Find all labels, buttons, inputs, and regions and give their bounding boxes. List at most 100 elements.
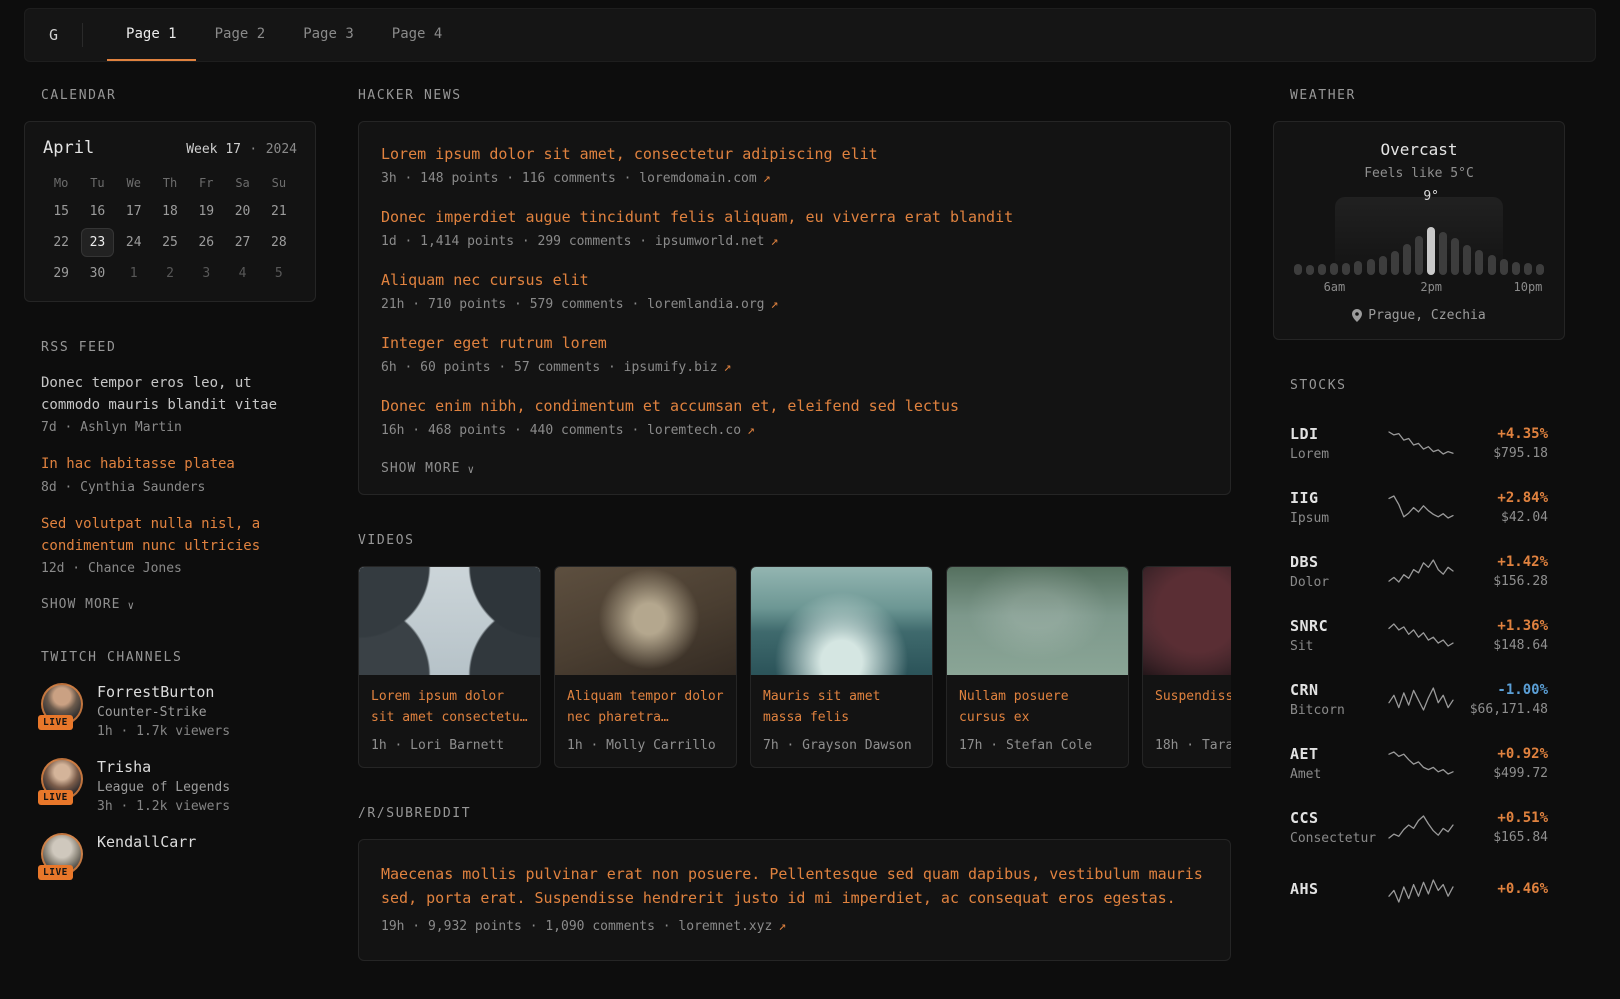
hn-item-title[interactable]: Donec enim nibh, condimentum et accumsan… xyxy=(381,396,1208,417)
subreddit-post-meta: 19h · 9,932 points · 1,090 comments · lo… xyxy=(381,919,1208,934)
stock-symbol: AET xyxy=(1290,745,1387,763)
rss-item-title[interactable]: Sed volutpat nulla nisl, a condimentum n… xyxy=(41,514,299,557)
video-info: Mauris sit amet massa felis 7h · Grayson… xyxy=(751,675,932,767)
twitch-section-title: TWITCH CHANNELS xyxy=(24,650,316,665)
twitch-channel-row[interactable]: LIVE Trisha League of Legends 3h · 1.2k … xyxy=(41,758,299,814)
hn-item: Donec enim nibh, condimentum et accumsan… xyxy=(381,396,1208,438)
stock-values: +1.36% $148.64 xyxy=(1455,618,1548,653)
channel-name: ForrestBurton xyxy=(97,683,230,701)
twitch-channel-row[interactable]: LIVE KendallCarr xyxy=(41,833,299,875)
hackernews-show-more-button[interactable]: SHOW MORE ∨ xyxy=(381,461,475,476)
rss-item-meta: 8d · Cynthia Saunders xyxy=(41,480,299,495)
calendar-week-year: Week 17 · 2024 xyxy=(186,141,297,157)
stock-sparkline xyxy=(1387,750,1455,776)
stock-name: Bitcorn xyxy=(1290,703,1387,718)
calendar-day: 20 xyxy=(226,197,258,226)
channel-name: KendallCarr xyxy=(97,833,196,851)
stock-row[interactable]: AHS +0.46% xyxy=(1290,859,1548,923)
external-link-icon[interactable]: ↗ xyxy=(747,423,755,438)
external-link-icon[interactable]: ↗ xyxy=(771,297,779,312)
hn-item-title[interactable]: Donec imperdiet augue tincidunt felis al… xyxy=(381,207,1208,228)
hackernews-show-more-label: SHOW MORE xyxy=(381,461,460,476)
subreddit-section: /R/SUBREDDIT Maecenas mollis pulvinar er… xyxy=(358,806,1231,961)
calendar-day: 16 xyxy=(81,197,113,226)
stocks-section-title: STOCKS xyxy=(1273,378,1565,393)
calendar-day: 5 xyxy=(263,259,295,288)
rss-item-title[interactable]: In hac habitasse platea xyxy=(41,454,299,476)
stock-row[interactable]: CCS Consectetur +0.51% $165.84 xyxy=(1290,795,1548,859)
stock-symbol: CCS xyxy=(1290,809,1387,827)
tab-page[interactable]: Page 3 xyxy=(284,9,373,61)
stock-row[interactable]: DBS Dolor +1.42% $156.28 xyxy=(1290,539,1548,603)
video-thumbnail[interactable] xyxy=(947,567,1128,675)
live-badge: LIVE xyxy=(38,790,73,805)
stock-id: DBS Dolor xyxy=(1290,553,1387,590)
external-link-icon[interactable]: ↗ xyxy=(771,234,779,249)
stock-values: -1.00% $66,171.48 xyxy=(1455,682,1548,717)
stock-row[interactable]: SNRC Sit +1.36% $148.64 xyxy=(1290,603,1548,667)
video-thumbnail[interactable] xyxy=(751,567,932,675)
stock-values: +2.84% $42.04 xyxy=(1455,490,1548,525)
videos-section-title: VIDEOS xyxy=(358,533,1231,548)
rss-show-more-button[interactable]: SHOW MORE ∨ xyxy=(41,597,135,612)
stock-name: Ipsum xyxy=(1290,511,1387,526)
hn-item-title[interactable]: Lorem ipsum dolor sit amet, consectetur … xyxy=(381,144,1208,165)
stock-change: +0.92% xyxy=(1455,746,1548,762)
calendar-week-label: Week 17 xyxy=(186,142,241,157)
channel-info: KendallCarr xyxy=(97,833,196,855)
stock-id: AET Amet xyxy=(1290,745,1387,782)
hackernews-list: Lorem ipsum dolor sit amet, consectetur … xyxy=(381,144,1208,438)
stock-row[interactable]: LDI Lorem +4.35% $795.18 xyxy=(1290,411,1548,475)
stock-change: +4.35% xyxy=(1455,426,1548,442)
video-info: Lorem ipsum dolor sit amet consectetu… 1… xyxy=(359,675,540,767)
video-meta: 7h · Grayson Dawson xyxy=(763,738,920,753)
hn-item-meta: 16h · 468 points · 440 comments · loremt… xyxy=(381,423,1208,438)
tab-page[interactable]: Page 4 xyxy=(373,9,462,61)
calendar-day: 30 xyxy=(81,259,113,288)
stock-change: +1.36% xyxy=(1455,618,1548,634)
video-thumbnail[interactable] xyxy=(359,567,540,675)
video-card: Aliquam tempor dolor nec pharetra… 1h · … xyxy=(554,566,737,768)
tab-page[interactable]: Page 2 xyxy=(196,9,285,61)
rss-item-title[interactable]: Donec tempor eros leo, ut commodo mauris… xyxy=(41,373,299,416)
stock-row[interactable]: AET Amet +0.92% $499.72 xyxy=(1290,731,1548,795)
stock-values: +0.46% xyxy=(1455,881,1548,901)
calendar-day: 17 xyxy=(118,197,150,226)
calendar-day: 1 xyxy=(118,259,150,288)
external-link-icon[interactable]: ↗ xyxy=(763,171,771,186)
calendar-day: 28 xyxy=(263,228,295,257)
calendar-weekday: Tu xyxy=(79,170,115,196)
top-bar: G Page 1 Page 2 Page 3 Page 4 xyxy=(24,8,1596,62)
hn-item-meta: 6h · 60 points · 57 comments · ipsumify.… xyxy=(381,360,1208,375)
stock-symbol: CRN xyxy=(1290,681,1387,699)
calendar-day: 4 xyxy=(226,259,258,288)
channel-game: League of Legends xyxy=(97,780,230,795)
tab-page[interactable]: Page 1 xyxy=(107,9,196,61)
external-link-icon[interactable]: ↗ xyxy=(778,919,786,934)
stock-row[interactable]: CRN Bitcorn -1.00% $66,171.48 xyxy=(1290,667,1548,731)
avatar: LIVE xyxy=(41,833,83,875)
subreddit-post-title[interactable]: Maecenas mollis pulvinar erat non posuer… xyxy=(381,862,1208,910)
rss-section-title: RSS FEED xyxy=(24,340,316,355)
calendar-day: 25 xyxy=(154,228,186,257)
video-title[interactable]: Lorem ipsum dolor sit amet consectetu… xyxy=(371,687,528,729)
stock-row[interactable]: IIG Ipsum +2.84% $42.04 xyxy=(1290,475,1548,539)
hn-item: Integer eget rutrum lorem 6h · 60 points… xyxy=(381,333,1208,375)
video-title[interactable]: Suspendisse diam xyxy=(1155,687,1231,729)
hn-item-meta: 1d · 1,414 points · 299 comments · ipsum… xyxy=(381,234,1208,249)
video-title[interactable]: Aliquam tempor dolor nec pharetra… xyxy=(567,687,724,729)
external-link-icon[interactable]: ↗ xyxy=(724,360,732,375)
video-thumbnail[interactable] xyxy=(555,567,736,675)
hn-item-title[interactable]: Aliquam nec cursus elit xyxy=(381,270,1208,291)
hn-item-meta-text: 3h · 148 points · 116 comments · loremdo… xyxy=(381,171,757,186)
twitch-channel-row[interactable]: LIVE ForrestBurton Counter-Strike 1h · 1… xyxy=(41,683,299,739)
stock-change: -1.00% xyxy=(1455,682,1548,698)
video-thumbnail[interactable] xyxy=(1143,567,1231,675)
hn-item-meta: 21h · 710 points · 579 comments · loreml… xyxy=(381,297,1208,312)
calendar-weekday: Th xyxy=(152,170,188,196)
hn-item-title[interactable]: Integer eget rutrum lorem xyxy=(381,333,1208,354)
video-title[interactable]: Mauris sit amet massa felis xyxy=(763,687,920,729)
video-meta: 1h · Lori Barnett xyxy=(371,738,528,753)
video-title[interactable]: Nullam posuere cursus ex xyxy=(959,687,1116,729)
stock-id: IIG Ipsum xyxy=(1290,489,1387,526)
